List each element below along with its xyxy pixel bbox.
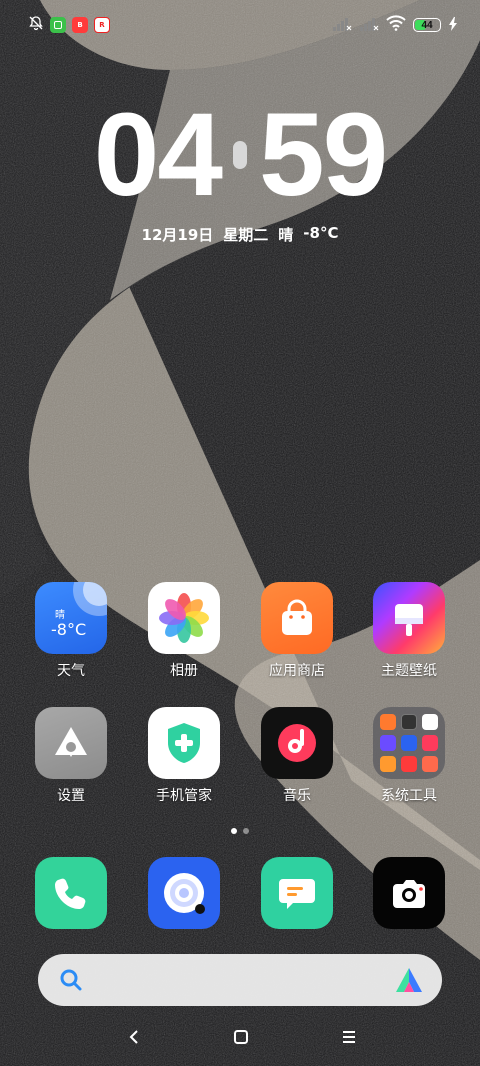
bell-off-icon (28, 15, 44, 35)
page-dot-active (231, 828, 237, 834)
settings-icon (35, 707, 107, 779)
folder-icon (373, 707, 445, 779)
clock-minutes: 59 (259, 89, 388, 221)
weather-widget-temp: -8°C (51, 620, 87, 639)
gallery-icon (148, 582, 220, 654)
store-icon (261, 582, 333, 654)
red-app-icon: B (72, 17, 88, 33)
battery-indicator: 44 (413, 18, 441, 32)
dock-browser[interactable] (136, 857, 232, 929)
clock-hours: 04 (93, 89, 223, 221)
dock-messages[interactable] (249, 857, 345, 929)
browser-icon (148, 857, 220, 929)
weekday-text: 星期二 (223, 226, 269, 244)
ai-assistant-icon[interactable] (394, 966, 424, 998)
wifi-icon (386, 15, 406, 35)
red-app-icon-2: R (94, 17, 110, 33)
recents-button[interactable] (340, 1028, 358, 1050)
clock-widget[interactable]: 04 59 12月19日 星期二 晴 -8°C (0, 96, 480, 245)
app-label: 音乐 (283, 788, 311, 804)
search-icon (58, 967, 84, 997)
weather-icon: 晴 -8°C (35, 582, 107, 654)
security-icon (148, 707, 220, 779)
app-themes[interactable]: 主题壁纸 (361, 582, 457, 680)
clock-separator (233, 141, 247, 169)
back-button[interactable] (126, 1028, 142, 1050)
weather-widget-condition: 晴 (55, 610, 65, 621)
charging-icon (448, 16, 458, 35)
weather-text: 晴 (278, 226, 294, 244)
page-indicator (0, 828, 480, 834)
navigation-bar (0, 1020, 480, 1056)
app-store[interactable]: 应用商店 (249, 582, 345, 680)
messages-icon (261, 857, 333, 929)
app-label: 相册 (170, 663, 198, 679)
app-label: 手机管家 (156, 788, 212, 804)
signal-off-icon (332, 16, 352, 35)
app-weather[interactable]: 晴 -8°C 天气 (23, 582, 119, 680)
search-bar[interactable] (38, 954, 442, 1006)
app-label: 设置 (57, 788, 85, 804)
camera-icon (373, 857, 445, 929)
green-app-icon (50, 17, 66, 33)
signal-off-icon-2 (359, 16, 379, 35)
app-settings[interactable]: 设置 (23, 707, 119, 805)
app-folder-tools[interactable]: 系统工具 (361, 707, 457, 805)
page-dot (243, 828, 249, 834)
status-bar: B R 44 (0, 12, 480, 38)
app-music[interactable]: 音乐 (249, 707, 345, 805)
app-security[interactable]: 手机管家 (136, 707, 232, 805)
temperature-text: -8°C (303, 224, 339, 242)
home-button[interactable] (232, 1028, 250, 1050)
dock-phone[interactable] (23, 857, 119, 929)
phone-icon (35, 857, 107, 929)
app-label: 天气 (57, 663, 85, 679)
app-label: 系统工具 (381, 788, 437, 804)
app-label: 主题壁纸 (381, 663, 437, 679)
app-label: 应用商店 (269, 663, 325, 679)
theme-icon (373, 582, 445, 654)
app-gallery[interactable]: 相册 (136, 582, 232, 680)
date-text: 12月19日 (141, 226, 214, 244)
dock-camera[interactable] (361, 857, 457, 929)
music-icon (261, 707, 333, 779)
